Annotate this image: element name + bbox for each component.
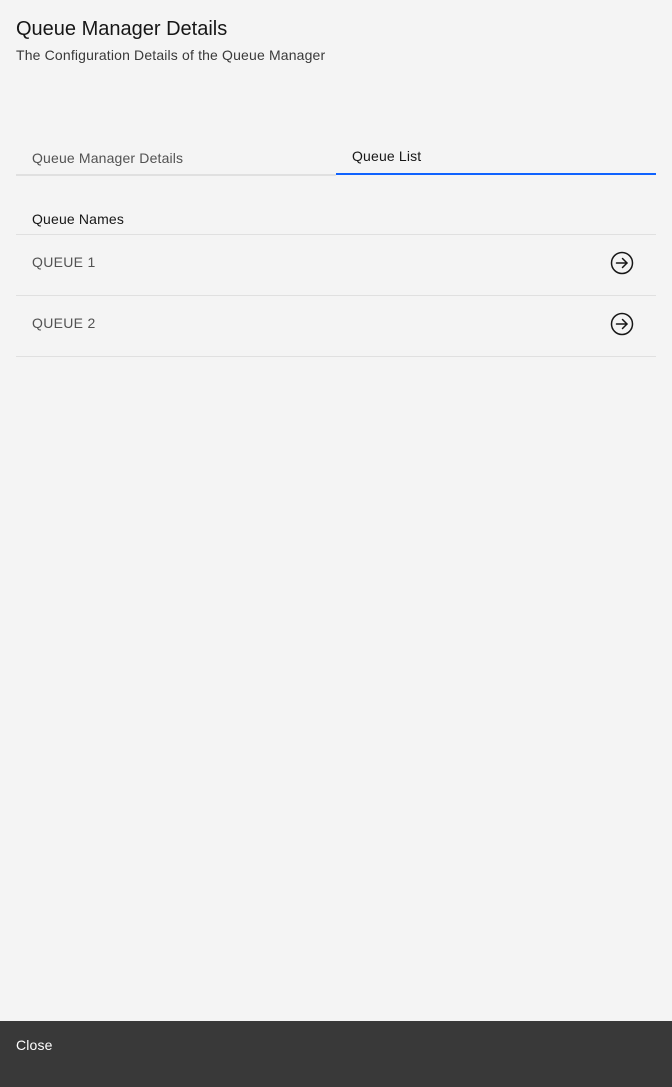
- close-button[interactable]: Close: [16, 1036, 53, 1054]
- tab-label: Queue List: [352, 148, 422, 164]
- panel-header: Queue Manager Details The Configuration …: [16, 16, 656, 64]
- arrow-right-circle-icon[interactable]: [610, 251, 634, 275]
- table-header: Queue Names: [16, 200, 656, 235]
- page-title: Queue Manager Details: [16, 18, 228, 40]
- tab-label: Queue Manager Details: [32, 150, 184, 166]
- tab-bar: Queue Manager Details Queue List: [16, 138, 656, 178]
- queue-name: QUEUE 1: [32, 254, 96, 270]
- table-row: QUEUE 1: [16, 235, 656, 296]
- table-row: QUEUE 2: [16, 296, 656, 357]
- arrow-right-circle-icon[interactable]: [610, 312, 634, 336]
- panel-footer: Close: [0, 1021, 672, 1087]
- queue-manager-details-panel: Queue Manager Details The Configuration …: [0, 0, 672, 1087]
- tab-queue-manager-details[interactable]: Queue Manager Details: [16, 138, 336, 178]
- page-subtitle: The Configuration Details of the Queue M…: [16, 47, 326, 63]
- queue-name: QUEUE 2: [32, 315, 96, 331]
- column-header-queue-names: Queue Names: [32, 211, 125, 227]
- queue-list-table: Queue Names QUEUE 1 QUEUE 2: [16, 200, 656, 357]
- tab-queue-list[interactable]: Queue List: [336, 138, 656, 178]
